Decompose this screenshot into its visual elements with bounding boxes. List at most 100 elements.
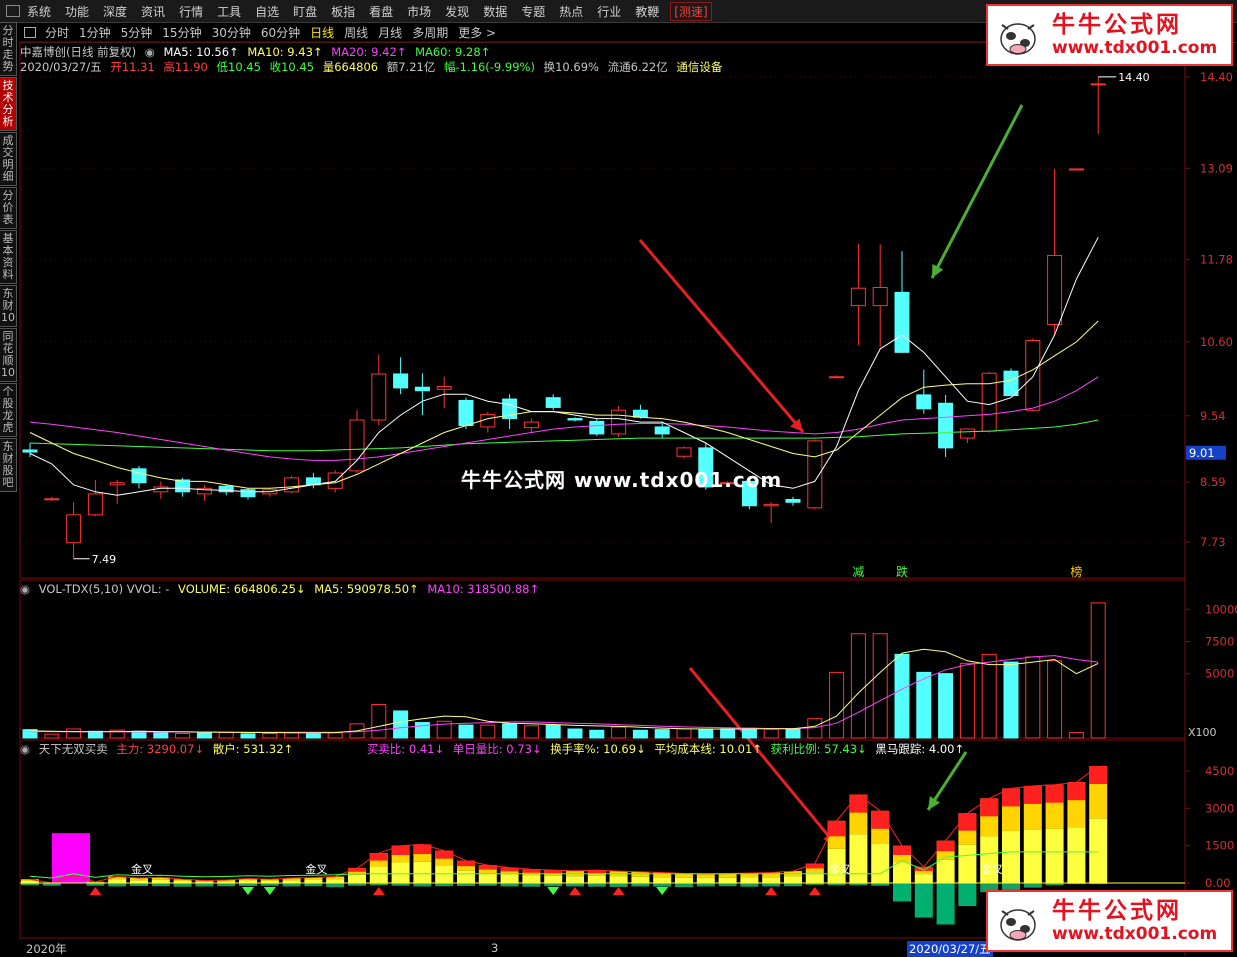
candle-up: [66, 514, 82, 544]
indicator-retail-bar: [326, 883, 345, 888]
sell-marker: [263, 887, 276, 895]
cross-label: 金叉: [981, 862, 1003, 876]
volume-title: VOL-TDX(5,10) VVOL: -: [38, 582, 170, 596]
candle-up: [87, 493, 103, 516]
logo-url: www.tdx001.com: [1052, 924, 1218, 944]
indicator-main-bar: [718, 877, 737, 883]
candle-down: [894, 291, 910, 353]
indicator-main-bar: [609, 876, 628, 883]
volume-bar-up: [981, 653, 997, 739]
indicator-main-bar: [566, 876, 584, 883]
candle-up: [829, 376, 845, 379]
volume-bar-down: [153, 732, 169, 739]
volume-bar-up: [829, 671, 845, 739]
volume-bar-up: [1090, 602, 1106, 739]
indicator-retail-bar: [631, 883, 650, 887]
settings-icon[interactable]: ◉: [20, 582, 30, 596]
volume-bar-up: [480, 724, 496, 739]
volume-bar-down: [196, 732, 212, 739]
logo-url: www.tdx001.com: [1052, 38, 1218, 58]
buy-marker: [765, 887, 778, 895]
volume-bar-up: [284, 732, 300, 739]
candle-down: [567, 418, 583, 421]
volume-bar-up: [872, 633, 888, 739]
volume-bar-down: [916, 671, 932, 739]
max-label: 14.40: [1118, 71, 1150, 84]
indicator-retail-bar: [675, 883, 693, 888]
indicator-main-bar: [696, 878, 715, 883]
volume-bar-down: [502, 723, 518, 739]
indicator-main-bar: [784, 876, 802, 883]
price-tick-label: 9.54: [1200, 409, 1226, 423]
volume-bar-down: [458, 724, 474, 739]
candle-up: [872, 287, 888, 307]
indicator-retail-bar: [500, 883, 519, 887]
indicator-main-cap: [871, 810, 890, 829]
indicator-main-bar: [1023, 829, 1042, 883]
indicator-tick-label: 1500: [1205, 839, 1234, 853]
indicator-main-bar: [522, 875, 541, 883]
volume-bar-down: [87, 730, 103, 739]
brand-logo-top: 牛牛公式网 www.tdx001.com: [986, 4, 1233, 66]
cross-label: 金叉: [131, 862, 153, 876]
date-start: 2020年: [26, 942, 67, 956]
volume-bar-up: [959, 662, 975, 739]
event-marker: 跌: [896, 564, 908, 579]
candle-up: [436, 386, 452, 390]
indicator-main-bar: [653, 877, 672, 883]
indicator-main-bar: [696, 874, 715, 879]
indicator-main-bar: [893, 862, 911, 883]
candle-down: [589, 420, 605, 435]
ma5-line: [29, 237, 1099, 496]
candle-down: [1003, 370, 1019, 397]
volume-bar-up: [1025, 656, 1041, 739]
volume-bar-down: [698, 728, 714, 739]
indicator-retail-bar: [173, 883, 192, 887]
indicator-tick-label: 3000: [1205, 801, 1234, 815]
candle-down: [240, 489, 256, 498]
candle-up: [284, 477, 300, 493]
volume-unit-label: X100: [1188, 726, 1217, 739]
red-arrow-price: [638, 239, 805, 433]
settings-icon[interactable]: ◉: [20, 742, 30, 756]
buy-marker: [569, 887, 581, 895]
indicator-main-cap: [849, 794, 868, 813]
indicator-retail-bar: [195, 883, 214, 887]
indicator-profit: 获利比例: 57.43↓: [770, 742, 867, 756]
price-tick-label: 7.73: [1200, 535, 1226, 549]
candle-up: [850, 287, 866, 307]
indicator-retail-bar: [914, 883, 933, 918]
volume-bar-up: [1068, 732, 1084, 739]
volume-bar-up: [175, 732, 191, 739]
indicator-avgcost: 平均成本线: 10.01↑: [654, 742, 762, 756]
date-mid: 3: [491, 941, 499, 955]
buy-marker: [372, 887, 385, 895]
cross-label: 金叉: [305, 862, 327, 876]
volume-tick-label: 10000: [1205, 602, 1237, 616]
candle-up: [1047, 254, 1063, 325]
candle-up: [981, 372, 997, 432]
indicator-retail-bar: [893, 883, 911, 902]
volume-bar-down: [894, 653, 910, 739]
candle-up: [763, 503, 779, 507]
indicator-main-bar: [936, 859, 955, 883]
volume-ma10-line: [30, 655, 1099, 733]
indicator-main-bar: [1067, 827, 1086, 883]
candle-up: [523, 421, 539, 429]
indicator-retail-bar: [653, 883, 672, 887]
indicator-retail-bar: [762, 883, 781, 887]
candle-down: [414, 386, 430, 392]
indicator-main-cap: [1023, 785, 1042, 804]
indicator-info-line: ◉ 天下无双买卖 主力: 3290.07↓ 散户: 531.32↑ 买卖比: 0…: [20, 741, 969, 757]
price-tick-label: 8.59: [1200, 475, 1226, 489]
volume-bar-up: [327, 732, 343, 739]
volume-value: VOLUME: 664806.25↓: [178, 582, 306, 596]
indicator-main-bar: [457, 870, 475, 883]
volume-ma10: MA10: 318500.88↑: [427, 582, 540, 596]
indicator-main-bar: [1002, 830, 1020, 883]
candle-down: [393, 373, 409, 389]
indicator-main-bar: [326, 879, 345, 883]
indicator-main-cap: [936, 840, 955, 852]
indicator-retail-bar: [1002, 883, 1020, 890]
volume-ma5-line: [29, 648, 1099, 734]
